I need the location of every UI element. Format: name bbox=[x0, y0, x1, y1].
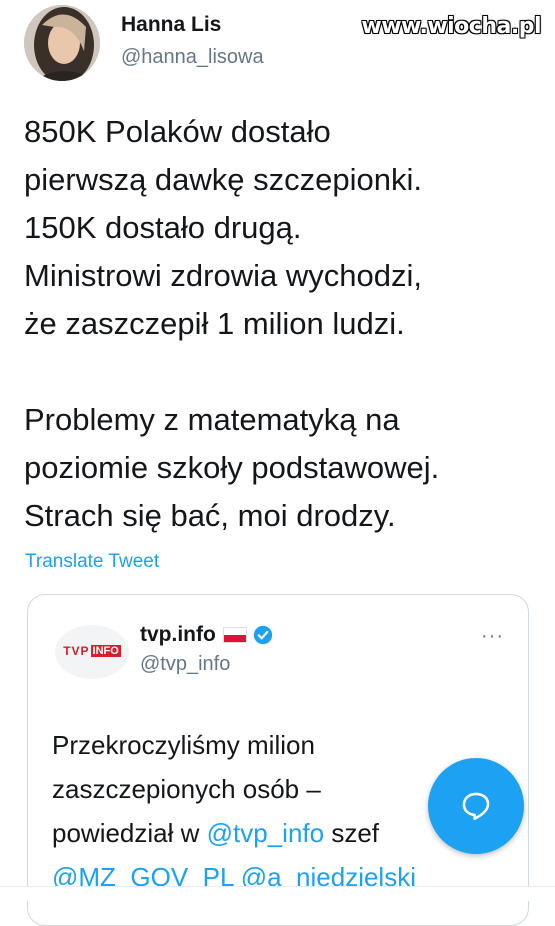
tweet-line: Ministrowi zdrowia wychodzi, bbox=[24, 258, 422, 293]
tweet-line: Strach się bać, moi drodzy. bbox=[24, 498, 396, 533]
quoted-line: Przekroczyliśmy milion bbox=[52, 730, 315, 760]
quoted-tweet-card[interactable]: TVP INFO tvp.info @tvp_info ··· Przekroc… bbox=[27, 594, 529, 926]
tweet-line: poziomie szkoły podstawowej. bbox=[24, 450, 440, 485]
tweet-line: Problemy z matematyką na bbox=[24, 402, 400, 437]
logo-tvp-text: TVP bbox=[63, 644, 90, 658]
tweet-text: 850K Polaków dostało pierwszą dawkę szcz… bbox=[24, 108, 544, 540]
bottom-bar bbox=[0, 886, 555, 901]
tvp-info-logo: TVP INFO bbox=[55, 642, 129, 660]
quoted-avatar[interactable]: TVP INFO bbox=[55, 625, 129, 679]
tweet-line: że zaszczepił 1 milion ludzi. bbox=[24, 306, 405, 341]
mention-link[interactable]: @tvp_info bbox=[207, 818, 324, 848]
more-dots-icon[interactable]: ··· bbox=[481, 625, 504, 648]
quoted-name-text: tvp.info bbox=[140, 623, 216, 646]
tweet-line: pierwszą dawkę szczepionki. bbox=[24, 162, 423, 197]
watermark: www.wiocha.pl bbox=[361, 14, 541, 39]
quoted-handle[interactable]: @tvp_info bbox=[140, 653, 230, 676]
author-avatar[interactable] bbox=[24, 5, 100, 81]
tweet-line: 150K dostało drugą. bbox=[24, 210, 302, 245]
translate-tweet-link[interactable]: Translate Tweet bbox=[25, 551, 159, 573]
poland-flag-icon bbox=[222, 627, 247, 643]
avatar-photo bbox=[24, 5, 100, 81]
tweet-line: 850K Polaków dostało bbox=[24, 114, 331, 149]
quoted-text-segment: szef bbox=[324, 818, 380, 848]
logo-info-text: INFO bbox=[90, 645, 121, 657]
quoted-name[interactable]: tvp.info bbox=[140, 623, 273, 647]
quoted-text-segment: powiedział w bbox=[52, 818, 207, 848]
author-name[interactable]: Hanna Lis bbox=[121, 13, 221, 37]
author-handle[interactable]: @hanna_lisowa bbox=[121, 46, 264, 69]
compose-reply-button[interactable] bbox=[428, 758, 524, 854]
reply-bubble-icon bbox=[462, 792, 490, 821]
verified-badge-icon bbox=[253, 625, 272, 645]
